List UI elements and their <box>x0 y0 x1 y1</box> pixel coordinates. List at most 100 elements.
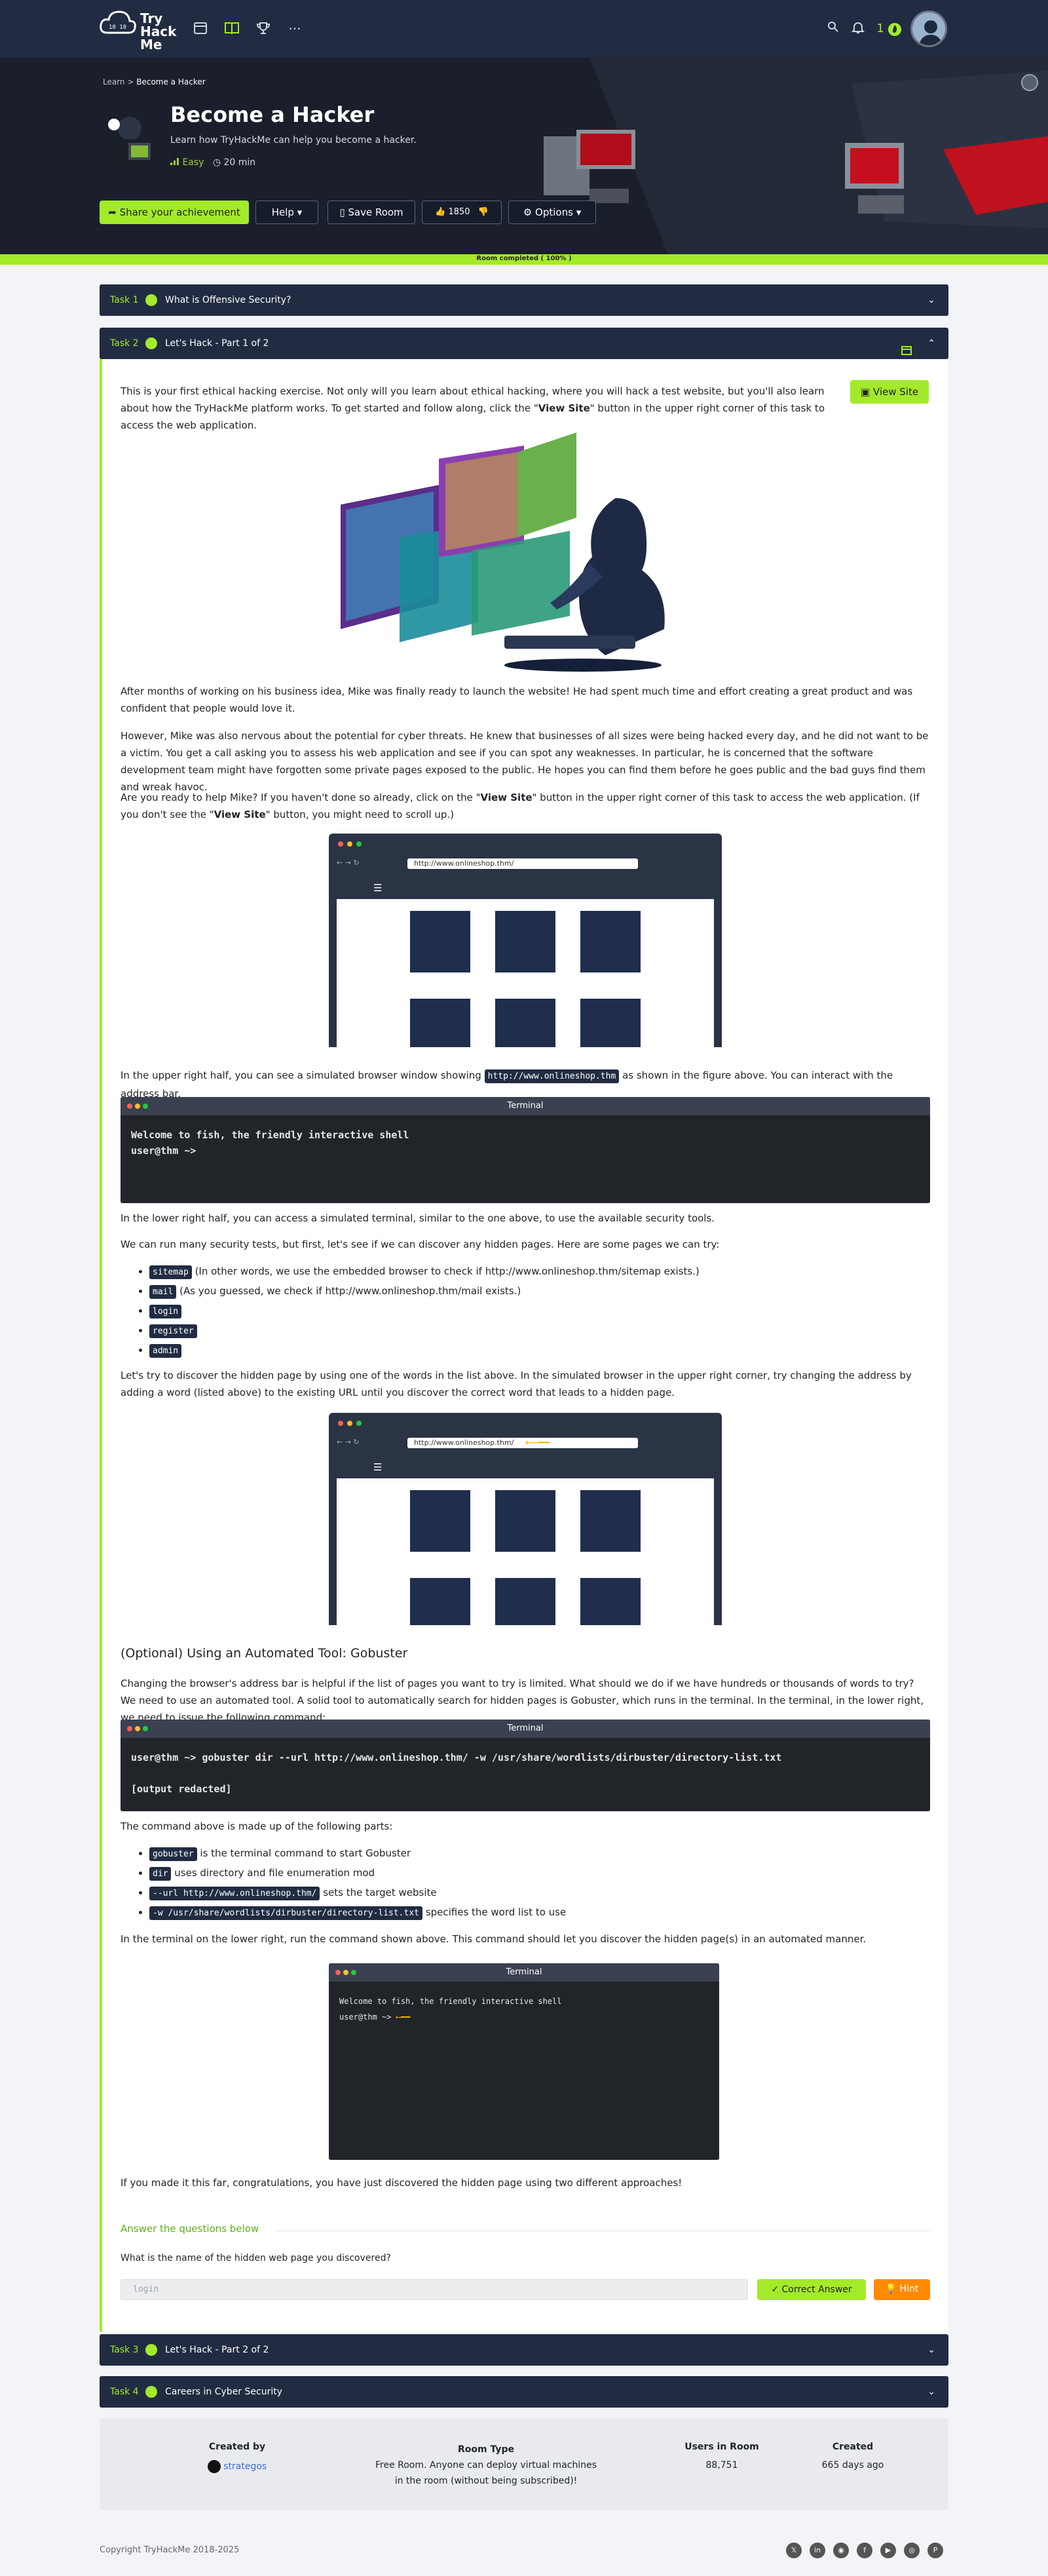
learn-book-icon[interactable] <box>224 21 240 37</box>
linkedin-icon[interactable]: in <box>810 2543 825 2558</box>
youtube-icon[interactable]: ▶ <box>880 2543 896 2558</box>
product-laptop <box>410 911 470 972</box>
gear-icon: ⚙ <box>523 206 533 218</box>
dashboard-icon[interactable] <box>193 21 208 37</box>
footer-copyright: Copyright TryHackMe 2018-2025 <box>100 2545 240 2555</box>
hero-background-art <box>544 58 1048 254</box>
story-paragraph-3: Are you ready to help Mike? If you haven… <box>121 792 920 820</box>
answer-input[interactable]: login <box>121 2279 748 2300</box>
product-search <box>410 1578 470 1625</box>
room-description: Learn how TryHackMe can help you become … <box>170 135 417 145</box>
progress-label: Room completed ( 100% ) <box>476 255 572 262</box>
creator-link[interactable]: strategos <box>223 2461 267 2472</box>
task-2-title: Let's Hack - Part 1 of 2 <box>165 338 269 349</box>
room-info-panel: Created by strategos Room Type Free Room… <box>100 2418 948 2510</box>
room-hacker-icon <box>100 110 160 170</box>
thumbs-up-icon[interactable]: 👍 <box>435 207 445 217</box>
task-1-title: What is Offensive Security? <box>165 295 291 305</box>
discord-icon[interactable]: ◉ <box>833 2543 849 2558</box>
room-progress-bar: Room completed ( 100% ) <box>0 254 1048 265</box>
product-laptop <box>410 1490 470 1552</box>
browser-screenshot-1: ← → ↻ http://www.onlineshop.thm/ ☰ <box>329 834 722 1047</box>
list-item: dir uses directory and file enumeration … <box>149 1864 566 1883</box>
product-binoculars <box>495 999 555 1047</box>
task-complete-check-icon <box>145 294 157 306</box>
users-column: Users in Room 88,751 <box>684 2442 759 2470</box>
browser-url-bar: http://www.onlineshop.thm/ <box>407 1438 638 1448</box>
task-3-header[interactable]: Task 3 Let's Hack - Part 2 of 2 ⌄ <box>100 2334 948 2366</box>
caret-down-icon: ▾ <box>297 206 303 218</box>
task-intro: This is your first ethical hacking exerc… <box>121 385 825 431</box>
top-navbar: 10 10 Try Hack Me ··· 1 <box>0 0 1048 58</box>
parts-intro-paragraph: The command above is made up of the foll… <box>121 1820 393 1832</box>
story-paragraph-2: However, Mike was also nervous about the… <box>121 730 929 793</box>
hacker-illustration <box>341 433 679 672</box>
run-command-paragraph: In the terminal on the lower right, run … <box>121 1933 867 1945</box>
arrow-pointer-icon: ⟵━━ <box>525 1438 550 1448</box>
share-icon: ➦ <box>108 206 117 218</box>
share-achievement-button[interactable]: ➦ Share your achievement <box>100 201 249 224</box>
list-item: login <box>149 1301 700 1321</box>
chevron-down-icon: ⌄ <box>927 2345 935 2355</box>
task-2-header[interactable]: Task 2 Let's Hack - Part 1 of 2 ⌃ <box>100 328 948 359</box>
chevron-down-icon: ⌄ <box>927 2387 935 2397</box>
room-meta: Easy ◷ 20 min <box>170 157 255 168</box>
save-room-button[interactable]: ▯ Save Room <box>328 201 415 224</box>
options-dropdown-button[interactable]: ⚙ Options ▾ <box>508 201 596 224</box>
product-router <box>580 911 641 972</box>
difficulty-signal-icon <box>170 157 179 168</box>
chevron-up-icon: ⌃ <box>927 338 935 349</box>
task-1-header[interactable]: Task 1 What is Offensive Security? ⌄ <box>100 284 948 316</box>
user-avatar[interactable] <box>910 10 947 47</box>
search-icon[interactable] <box>825 21 841 37</box>
gobuster-paragraph: Changing the browser's address bar is he… <box>121 1678 924 1723</box>
clock-icon: ◷ <box>212 157 221 168</box>
trophy-icon[interactable] <box>255 21 271 37</box>
task-4-header[interactable]: Task 4 Careers in Cyber Security ⌄ <box>100 2376 948 2408</box>
notification-bell-icon[interactable] <box>850 21 866 37</box>
list-item: --url http://www.onlineshop.thm/ sets th… <box>149 1883 566 1903</box>
like-dislike-group: 👍 1850 👎 <box>422 201 502 224</box>
task-complete-check-icon <box>145 2386 157 2398</box>
room-hero-banner: Learn > Become a Hacker Become a Hacker … <box>0 58 1048 254</box>
caret-down-icon: ▾ <box>576 206 582 218</box>
product-watch <box>495 911 555 972</box>
shop-menu-bar: ☰ <box>337 877 714 899</box>
tryhackme-logo[interactable]: 10 10 Try Hack Me <box>98 5 177 52</box>
command-parts-list: gobuster is the terminal command to star… <box>131 1844 566 1923</box>
correct-answer-button[interactable]: ✓ Correct Answer <box>757 2279 866 2300</box>
svg-text:10 10: 10 10 <box>109 24 126 31</box>
view-site-icon: ▣ <box>860 386 870 398</box>
duration-label: 20 min <box>223 157 256 168</box>
x-twitter-icon[interactable]: 𝕏 <box>786 2543 802 2558</box>
help-dropdown-button[interactable]: Help ▾ <box>255 201 318 224</box>
product-binoculars <box>495 1578 555 1625</box>
pinterest-icon[interactable]: P <box>927 2543 943 2558</box>
hint-button[interactable]: 💡 Hint <box>874 2279 930 2300</box>
list-item: register <box>149 1321 700 1341</box>
thumbs-down-icon[interactable]: 👎 <box>478 207 489 217</box>
browser-url-bar: http://www.onlineshop.thm/ <box>407 858 638 869</box>
instagram-icon[interactable]: ◎ <box>904 2543 920 2558</box>
bookmark-icon: ▯ <box>339 206 345 218</box>
facebook-icon[interactable]: f <box>857 2543 872 2558</box>
more-dots-icon[interactable]: ··· <box>287 21 303 37</box>
hamburger-menu-icon: ☰ <box>373 1461 383 1473</box>
shop-menu-bar: ☰ <box>337 1456 714 1478</box>
creator-avatar <box>207 2460 221 2473</box>
task-3-title: Let's Hack - Part 2 of 2 <box>165 2345 269 2355</box>
story-paragraph-1: After months of working on his business … <box>121 685 913 714</box>
browser-nav-arrows-icon: ← → ↻ <box>337 858 360 867</box>
like-count: 1850 <box>448 207 470 217</box>
browser-nav-arrows-icon: ← → ↻ <box>337 1438 360 1446</box>
browser-screenshot-2: ← → ↻ http://www.onlineshop.thm/ ⟵━━ ☰ <box>329 1413 722 1625</box>
check-icon: ✓ <box>771 2284 779 2295</box>
room-title: Become a Hacker <box>170 102 375 127</box>
view-site-button[interactable]: ▣ View Site <box>850 380 929 404</box>
terminal-screenshot: Terminal Welcome to fish, the friendly i… <box>329 1963 719 2160</box>
list-item: -w /usr/share/wordlists/dirbuster/direct… <box>149 1903 566 1923</box>
logo-text: Try Hack Me <box>140 10 177 52</box>
breadcrumb: Learn > Become a Hacker <box>103 77 206 87</box>
product-search <box>410 999 470 1047</box>
breadcrumb-learn-link[interactable]: Learn <box>103 77 125 87</box>
